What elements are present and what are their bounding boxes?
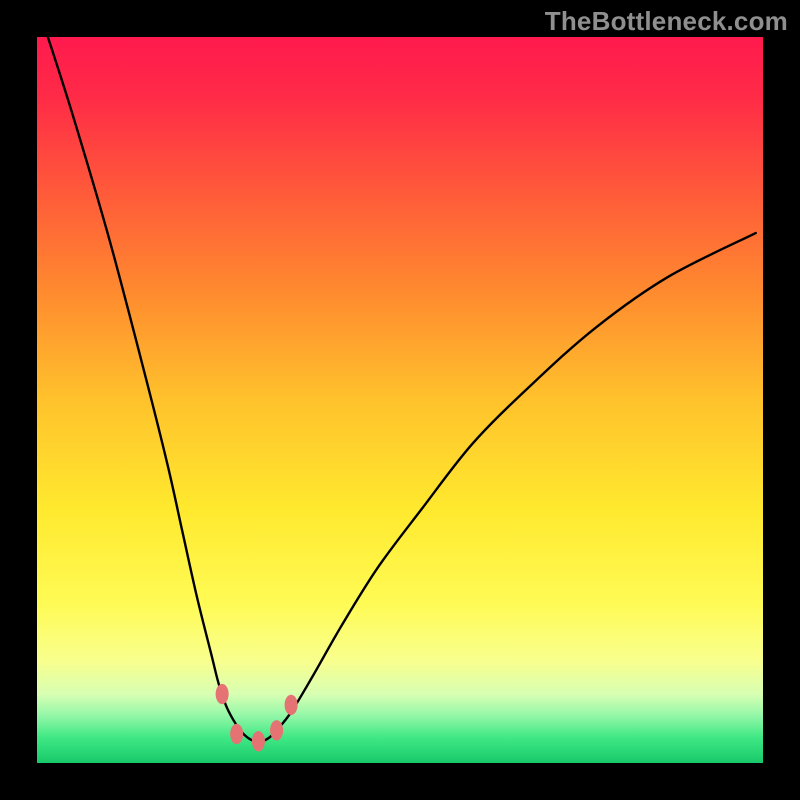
plot-svg (37, 37, 763, 763)
curve-marker (270, 720, 283, 740)
watermark-text: TheBottleneck.com (545, 6, 788, 37)
curve-marker (252, 731, 265, 751)
curve-marker (216, 684, 229, 704)
chart-frame: TheBottleneck.com (0, 0, 800, 800)
curve-marker (285, 695, 298, 715)
gradient-background (37, 37, 763, 763)
curve-marker (230, 724, 243, 744)
plot-area (37, 37, 763, 763)
